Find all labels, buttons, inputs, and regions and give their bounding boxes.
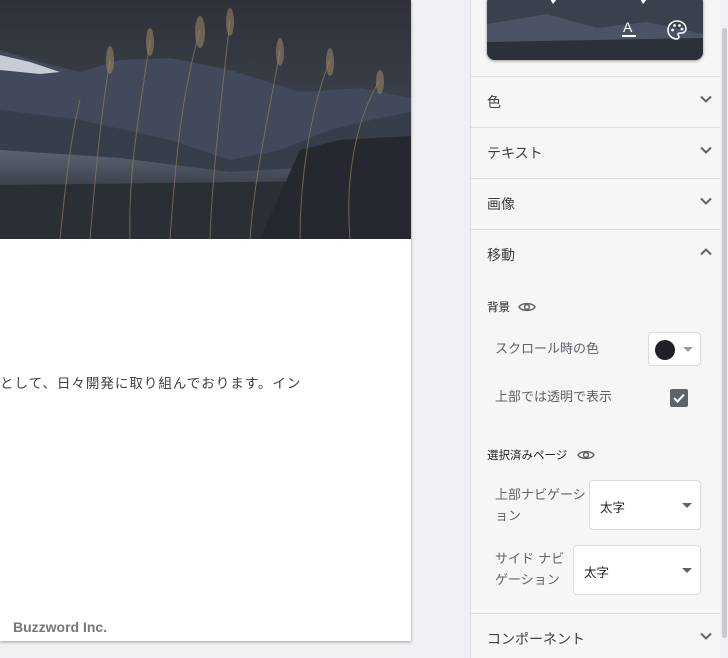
site-preview: として、日々開発に取り組んでおります。イン Buzzword Inc.: [0, 0, 411, 641]
chevron-down-icon: [699, 628, 713, 647]
palette-icon[interactable]: [667, 20, 687, 40]
text-color-icon[interactable]: A: [621, 20, 637, 38]
section-color[interactable]: 色: [471, 76, 721, 127]
top-nav-label: 上部ナビゲーシ ョン: [495, 485, 586, 527]
chevron-down-icon: [699, 142, 713, 161]
section-components[interactable]: コンポーネント: [471, 613, 721, 658]
chevron-up-icon: [699, 244, 713, 263]
caret-down-icon: [683, 347, 693, 352]
scroll-color-label: スクロール時の色: [495, 342, 600, 357]
section-navigation-label: 移動: [487, 248, 515, 264]
side-nav-style-select[interactable]: 太字: [573, 545, 701, 595]
caret-down-icon: [682, 503, 692, 508]
svg-text:A: A: [623, 20, 633, 35]
footer-company-name: Buzzword Inc.: [13, 619, 108, 635]
side-nav-label-line2: ゲーション: [495, 573, 560, 588]
background-heading: 背景: [487, 300, 510, 314]
caret-down-icon: [682, 568, 692, 573]
section-image[interactable]: 画像: [471, 178, 721, 229]
section-components-label: コンポーネント: [487, 632, 585, 648]
transparent-at-top-checkbox[interactable]: [670, 389, 688, 407]
section-color-label: 色: [487, 95, 501, 111]
chevron-down-icon: [699, 91, 713, 110]
scroll-color-picker[interactable]: [648, 332, 701, 366]
section-text[interactable]: テキスト: [471, 127, 721, 178]
panel-scrollbar[interactable]: [720, 0, 728, 658]
theme-card[interactable]: A: [487, 0, 703, 60]
section-text-label: テキスト: [487, 146, 543, 162]
eye-icon[interactable]: [518, 299, 536, 318]
body-text: として、日々開発に取り組んでおります。イン: [0, 376, 302, 392]
theme-settings-panel: A 色 テキスト 画像 移動 背景 スクロール時の色 上部では透明で表示 選択済…: [470, 0, 721, 658]
side-nav-label-line1: サイド ナビ: [495, 552, 565, 567]
eye-icon[interactable]: [577, 447, 595, 466]
selected-page-heading: 選択済みページ: [487, 448, 568, 462]
top-nav-label-line1: 上部ナビゲーシ: [495, 488, 586, 503]
side-nav-label: サイド ナビ ゲーション: [495, 549, 564, 591]
top-nav-style-value: 太字: [600, 500, 626, 515]
transparent-at-top-label: 上部では透明で表示: [495, 390, 613, 405]
section-image-label: 画像: [487, 197, 515, 213]
scrollbar-thumb[interactable]: [722, 28, 727, 638]
top-nav-style-select[interactable]: 太字: [589, 480, 701, 530]
side-nav-style-value: 太字: [584, 565, 610, 580]
color-swatch: [655, 340, 675, 360]
top-nav-label-line2: ョン: [495, 509, 522, 524]
chevron-down-icon: [699, 193, 713, 212]
hero-image: [0, 0, 411, 239]
section-navigation[interactable]: 移動: [471, 229, 721, 280]
